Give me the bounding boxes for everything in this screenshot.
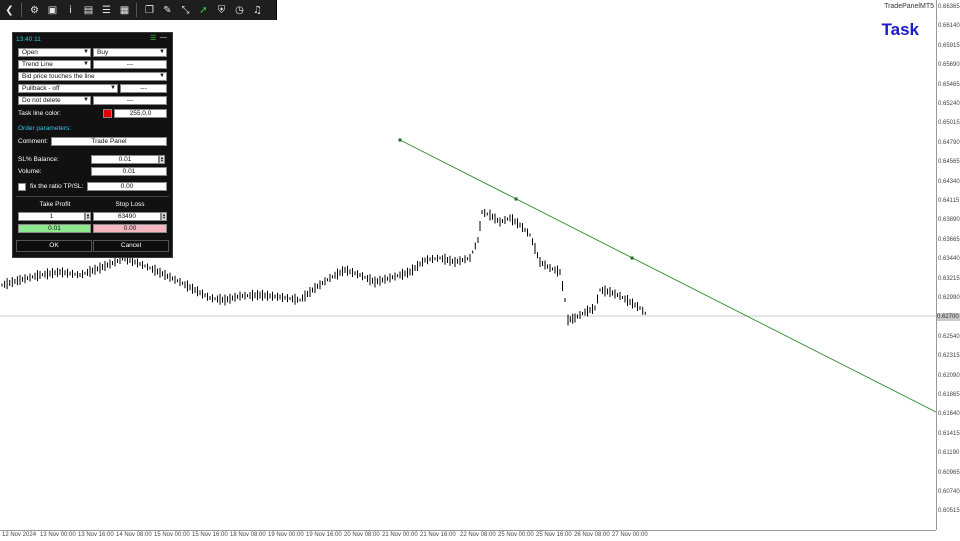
price-axis-label: 0.61640 [938,411,960,418]
menu-icon[interactable]: ☰ [150,35,158,43]
take-profit-label: Take Profit [39,201,71,208]
take-profit-stepper[interactable]: ▲ ▼ [85,212,91,221]
fix-ratio-field[interactable]: 0.00 [87,182,167,191]
price-axis-label: 0.65915 [938,42,960,49]
price-axis-label: 0.65240 [938,101,960,107]
stop-loss-label: Stop Loss [115,201,145,208]
price-axis-label: 0.62090 [938,372,960,379]
delete-value-field[interactable]: --- [93,96,167,105]
price-axis-label: 0.61865 [938,392,960,398]
time-axis-label: 15 Nov 00:00 [154,532,190,538]
time-axis-label: 12 Nov 2024 [2,532,37,538]
time-axis-label: 25 Nov 16:00 [536,532,572,538]
volume-field[interactable]: 0.01 [91,167,167,176]
object-type-select[interactable]: Trend Line ▼ [18,60,91,69]
time-axis-label: 21 Nov 16:00 [420,532,456,538]
price-axis-label: 0.66140 [938,23,960,30]
price-axis-label: 0.63665 [938,236,960,243]
stop-loss-money: 0.00 [93,224,167,233]
pullback-select[interactable]: Pullback - off ▼ [18,84,118,93]
time-axis-label: 22 Nov 08:00 [460,532,496,538]
price-axis-label: 0.64790 [938,139,960,146]
price-axis-label: 0.62315 [938,353,960,360]
pullback-value-field[interactable]: --- [120,84,167,93]
price-axis-label: 0.64340 [938,178,960,185]
trend-line-anchor [398,138,402,142]
time-axis-label: 19 Nov 16:00 [306,532,342,538]
task-color-label: Task line color: [18,110,61,117]
price-axis-label: 0.62540 [938,333,960,340]
cancel-button[interactable]: Cancel [93,240,169,252]
price-axis-label: 0.61190 [938,450,960,457]
ok-button[interactable]: OK [16,240,92,252]
price-axis-label: 0.65465 [938,81,960,88]
task-panel: 13:40:11 ☰ — Open ▼ Buy ▼ Trend Line ▼ --- … [12,32,173,258]
price-axis-label: 0.60965 [938,469,960,476]
object-name-field[interactable]: --- [93,60,167,69]
fix-ratio-checkbox[interactable] [18,183,26,191]
divider [16,196,169,197]
time-axis-label: 18 Nov 08:00 [230,532,266,538]
minimize-icon[interactable]: — [160,34,168,42]
time-axis-label: 21 Nov 00:00 [382,532,418,538]
sl-balance-stepper[interactable]: ▲ ▼ [159,155,165,164]
panel-time: 13:40:11 [16,36,41,43]
trend-line-anchor [630,256,634,260]
price-axis-label: 0.66365 [938,4,960,10]
task-color-swatch[interactable] [103,109,112,118]
take-profit-field[interactable]: 1 [18,212,85,221]
price-axis-label: 0.63440 [938,256,960,263]
price-axis-label: 0.62990 [938,295,960,301]
time-axis-label: 13 Nov 16:00 [78,532,114,538]
time-axis-label: 13 Nov 00:00 [40,532,76,538]
trend-line [399,139,936,413]
price-axis-label: 0.60740 [938,489,960,495]
price-axis-label: 0.64115 [938,198,960,204]
stop-loss-stepper[interactable]: ▲ ▼ [161,212,167,221]
comment-field[interactable]: Trade Panel [51,137,167,146]
current-price-tag: 0.62700 [937,313,960,321]
direction-select[interactable]: Buy ▼ [93,48,167,57]
time-axis-label: 19 Nov 00:00 [268,532,304,538]
price-axis-label: 0.63890 [938,217,960,224]
time-axis-label: 25 Nov 00:00 [498,532,534,538]
time-axis-label: 14 Nov 08:00 [116,532,152,538]
comment-label: Comment: [18,138,48,145]
volume-label: Volume: [18,168,42,175]
delete-mode-select[interactable]: Do not delete ▼ [18,96,91,105]
trend-line-anchor [514,197,518,201]
time-axis-label: 15 Nov 16:00 [192,532,228,538]
price-axis-label: 0.65690 [938,62,960,69]
stop-loss-field[interactable]: 63490 [93,212,161,221]
price-axis-label: 0.60515 [938,508,960,515]
sl-balance-label: SL% Balance: [18,156,59,163]
time-axis-label: 27 Nov 00:00 [612,532,648,538]
trigger-select[interactable]: Bid price touches the line ▼ [18,72,167,81]
take-profit-money: 0.01 [18,224,91,233]
task-color-value-field[interactable]: 255,0,0 [114,109,167,118]
price-axis-label: 0.63215 [938,275,960,282]
order-mode-select[interactable]: Open ▼ [18,48,91,57]
sl-balance-field[interactable]: 0.01 [91,155,159,164]
price-axis-label: 0.65015 [938,120,960,127]
price-axis-label: 0.61415 [938,430,960,437]
price-axis-label: 0.64565 [938,159,960,166]
fix-ratio-label: fix the ratio TP/SL: [30,183,84,190]
time-axis-label: 26 Nov 08:00 [574,532,610,538]
time-axis-label: 20 Nov 08:00 [344,532,380,538]
order-params-label: Order parameters: [18,125,72,132]
